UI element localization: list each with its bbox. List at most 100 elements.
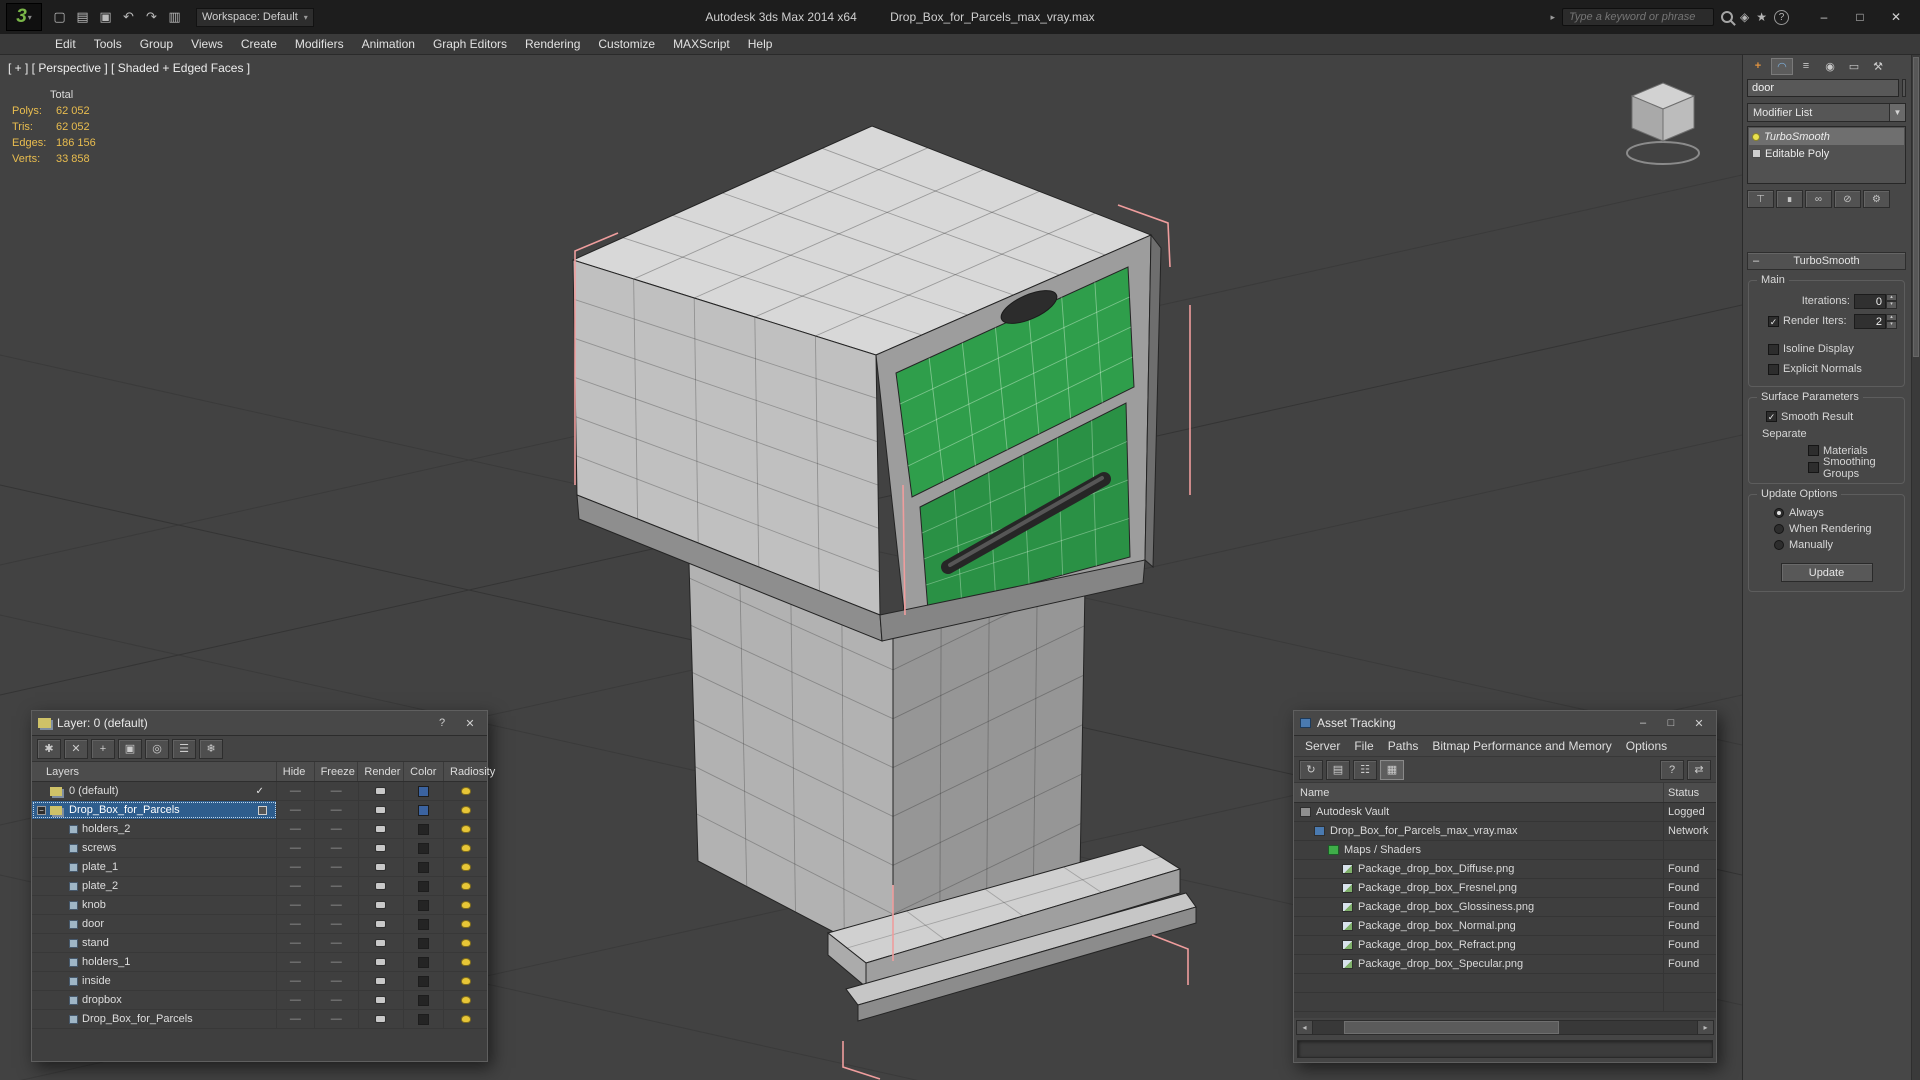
color-swatch-cell[interactable] <box>404 1010 445 1028</box>
redo-button[interactable]: ↷ <box>141 7 162 27</box>
freeze-toggle[interactable]: — <box>315 839 359 857</box>
asset-row-autodesk-vault[interactable]: Autodesk Vault Logged <box>1294 803 1716 822</box>
configure-modifier-sets-button[interactable]: ⚙ <box>1863 190 1890 208</box>
radiosity-toggle[interactable] <box>444 991 487 1009</box>
layer-row-drop-box-for-parcels[interactable]: − Drop_Box_for_Parcels ✓ — — <box>32 801 487 820</box>
color-swatch[interactable] <box>418 975 430 987</box>
undo-button[interactable]: ↶ <box>118 7 139 27</box>
layer-row-screws[interactable]: − screws ✓ — — <box>32 839 487 858</box>
materials-checkbox[interactable] <box>1808 445 1819 456</box>
search-input[interactable] <box>1562 8 1714 26</box>
asset-menu-paths[interactable]: Paths <box>1381 736 1426 756</box>
spinner-up-icon[interactable]: ▴ <box>1886 293 1897 301</box>
layer-row-holders-2[interactable]: − holders_2 ✓ — — <box>32 820 487 839</box>
radiosity-toggle[interactable] <box>444 915 487 933</box>
color-swatch[interactable] <box>418 880 430 892</box>
render-toggle[interactable] <box>359 782 405 800</box>
asset-row-drop-box-for-parcels-max-vray-max[interactable]: Drop_Box_for_Parcels_max_vray.max Networ… <box>1294 822 1716 841</box>
menu-item-help[interactable]: Help <box>739 34 782 54</box>
asset-row-package-drop-box-glossiness-png[interactable]: Package_drop_box_Glossiness.png Found <box>1294 898 1716 917</box>
show-end-result-button[interactable]: ∎ <box>1776 190 1803 208</box>
radiosity-toggle[interactable] <box>444 858 487 876</box>
render-iters-checkbox[interactable]: ✓ <box>1768 315 1779 327</box>
asset-menu-options[interactable]: Options <box>1619 736 1674 756</box>
horizontal-scrollbar[interactable]: ◂ ▸ <box>1296 1020 1714 1035</box>
menu-item-modifiers[interactable]: Modifiers <box>286 34 353 54</box>
radiosity-toggle[interactable] <box>444 953 487 971</box>
hide-toggle[interactable]: — <box>277 1010 315 1028</box>
tab-display[interactable]: ▭ <box>1843 58 1865 75</box>
layer-props-icon[interactable] <box>257 805 267 815</box>
asset-row-package-drop-box-diffuse-png[interactable]: Package_drop_box_Diffuse.png Found <box>1294 860 1716 879</box>
column-freeze[interactable]: Freeze <box>315 762 359 781</box>
render-toggle[interactable] <box>359 953 405 971</box>
color-swatch-cell[interactable] <box>404 953 445 971</box>
layer-row-plate-2[interactable]: − plate_2 ✓ — — <box>32 877 487 896</box>
scrollbar-thumb[interactable] <box>1343 1021 1559 1034</box>
smoothing-groups-checkbox[interactable] <box>1808 462 1819 473</box>
color-swatch[interactable] <box>418 994 430 1006</box>
tab-hierarchy[interactable]: ≡ <box>1795 58 1817 75</box>
column-radiosity[interactable]: Radiosity <box>444 762 495 781</box>
menu-item-rendering[interactable]: Rendering <box>516 34 589 54</box>
color-swatch-cell[interactable] <box>404 820 445 838</box>
layer-row-drop-box-for-parcels[interactable]: − Drop_Box_for_Parcels ✓ — — <box>32 1010 487 1029</box>
menu-item-views[interactable]: Views <box>182 34 232 54</box>
color-swatch-cell[interactable] <box>404 801 445 819</box>
hide-toggle[interactable]: — <box>277 991 315 1009</box>
modifier-stack-item-turbosmooth[interactable]: TurboSmooth <box>1749 128 1904 145</box>
asset-menu-bitmap-performance-and-memory[interactable]: Bitmap Performance and Memory <box>1425 736 1618 756</box>
hide-toggle[interactable]: — <box>277 953 315 971</box>
maximize-button[interactable]: □ <box>1660 714 1682 732</box>
update-button[interactable]: Update <box>1780 563 1873 582</box>
asset-menu-server[interactable]: Server <box>1298 736 1347 756</box>
help-sync-button[interactable]: ? <box>1660 759 1684 780</box>
freeze-toggle[interactable]: — <box>315 896 359 914</box>
asset-row-package-drop-box-normal-png[interactable]: Package_drop_box_Normal.png Found <box>1294 917 1716 936</box>
column-render[interactable]: Render <box>358 762 405 781</box>
asset-row-package-drop-box-refract-png[interactable]: Package_drop_box_Refract.png Found <box>1294 936 1716 955</box>
color-swatch[interactable] <box>418 861 430 873</box>
help-button[interactable]: ? <box>431 714 453 732</box>
color-swatch[interactable] <box>418 918 430 930</box>
modifier-stack-item-editable-poly[interactable]: Editable Poly <box>1749 145 1904 162</box>
details-view-button[interactable]: ☷ <box>1353 759 1377 780</box>
menu-item-group[interactable]: Group <box>131 34 182 54</box>
freeze-toggle[interactable]: — <box>315 991 359 1009</box>
open-file-button[interactable]: ▤ <box>72 7 93 27</box>
render-toggle[interactable] <box>359 972 405 990</box>
layer-row-dropbox[interactable]: − dropbox ✓ — — <box>32 991 487 1010</box>
layer-row-door[interactable]: − door ✓ — — <box>32 915 487 934</box>
close-icon[interactable]: ✕ <box>459 714 481 732</box>
color-swatch[interactable] <box>418 785 430 797</box>
freeze-toggle[interactable]: — <box>315 934 359 952</box>
render-toggle[interactable] <box>359 839 405 857</box>
remove-modifier-button[interactable]: ⊘ <box>1834 190 1861 208</box>
color-swatch-cell[interactable] <box>404 782 445 800</box>
asset-row-package-drop-box-specular-png[interactable]: Package_drop_box_Specular.png Found <box>1294 955 1716 974</box>
hide-toggle[interactable]: — <box>277 934 315 952</box>
color-swatch-cell[interactable] <box>404 839 445 857</box>
column-color[interactable]: Color <box>404 762 444 781</box>
radiosity-toggle[interactable] <box>444 934 487 952</box>
render-toggle[interactable] <box>359 991 405 1009</box>
set-current-layer-button[interactable]: ◎ <box>145 738 169 759</box>
hide-toggle[interactable]: — <box>277 915 315 933</box>
color-swatch[interactable] <box>418 823 430 835</box>
hide-toggle[interactable]: — <box>277 782 315 800</box>
asset-dialog-title-bar[interactable]: Asset Tracking – □ ✕ <box>1294 711 1716 736</box>
application-menu-button[interactable]: 3 ▾ <box>6 3 42 31</box>
layer-row-holders-1[interactable]: − holders_1 ✓ — — <box>32 953 487 972</box>
maximize-button[interactable]: □ <box>1842 6 1878 28</box>
column-status[interactable]: Status <box>1664 783 1716 802</box>
turbosmooth-rollout-header[interactable]: ‒ TurboSmooth <box>1747 252 1906 270</box>
render-toggle[interactable] <box>359 820 405 838</box>
render-toggle[interactable] <box>359 858 405 876</box>
menu-item-tools[interactable]: Tools <box>85 34 131 54</box>
radiosity-toggle[interactable] <box>444 1010 487 1028</box>
delete-layer-button[interactable]: ✕ <box>64 738 88 759</box>
render-toggle[interactable] <box>359 896 405 914</box>
layer-dialog-title-bar[interactable]: Layer: 0 (default) ? ✕ <box>32 711 487 736</box>
menu-item-customize[interactable]: Customize <box>589 34 664 54</box>
render-toggle[interactable] <box>359 934 405 952</box>
